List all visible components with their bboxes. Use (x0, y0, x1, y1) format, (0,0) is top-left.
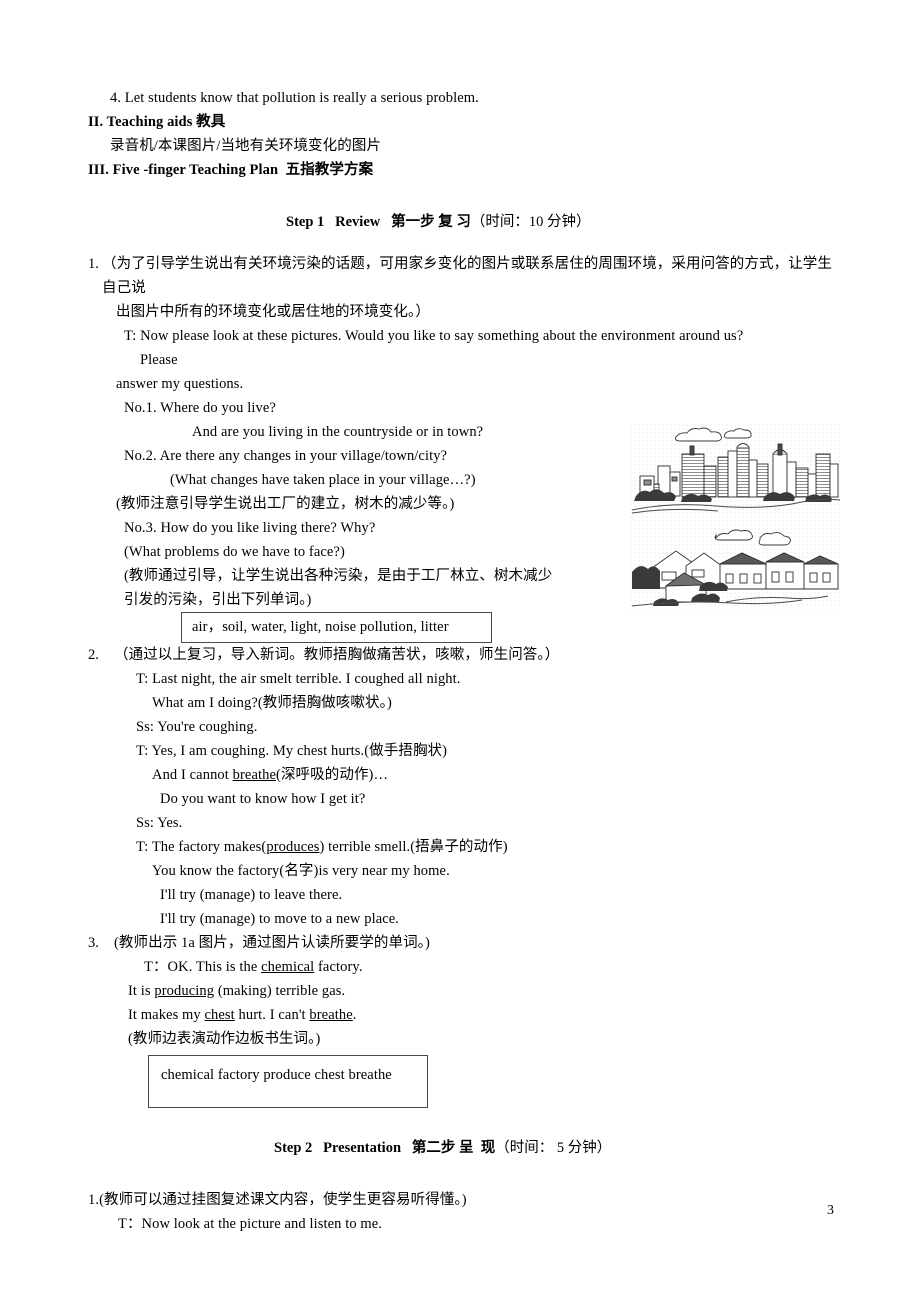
step1-item-2-line-2: What am I doing?(教师捂胸做咳嗽状。) (152, 695, 392, 711)
line-3-prefix: It makes my (128, 1007, 205, 1023)
keyword-chemical: chemical (261, 959, 315, 975)
page-number: 3 (827, 1203, 834, 1218)
five-finger-plan-heading: III. Five -finger Teaching Plan 五指教学方案 (88, 162, 374, 178)
step2-item-1-number: 1. (88, 1192, 100, 1208)
step1-item-2-line-3: Ss: You're coughing. (136, 719, 258, 735)
step1-item-3-line-2: It is producing (making) terrible gas. (128, 979, 832, 1003)
step1-item-2-line-6: Do you want to know how I get it? (160, 791, 366, 807)
city-skyline-panel (630, 424, 842, 514)
step1-item-2: 2. （通过以上复习，导入新词。教师捂胸做痛苦状，咳嗽，师生问答。） T: La… (88, 643, 832, 931)
line-3-middle: hurt. I can't (234, 1007, 310, 1023)
step1-item-2-line-4: T: Yes, I am coughing. My chest hurts.(做… (136, 743, 448, 759)
step-1-label: Step 1 Review 第一步 复 习 (286, 214, 471, 230)
step1-item-3-line-4: (教师边表演动作边板书生词。) (128, 1031, 321, 1047)
step1-item-3-body: (教师出示 1a 图片，通过图片认读所要学的单词。) T：OK. This is… (114, 931, 832, 1108)
step1-item-2-line-5: And I cannot breathe(深呼吸的动作)… (152, 763, 832, 787)
line-2-prefix: It is (128, 983, 155, 999)
step1-item-2-line-7: Ss: Yes. (136, 815, 183, 831)
illustration-svg (630, 424, 842, 609)
keyword-breathe: breathe (232, 767, 277, 783)
line-3-suffix: . (352, 1007, 357, 1023)
step-1-time: （时间：10 分钟） (470, 214, 591, 230)
step2-item-1-paren: 1.(教师可以通过挂图复述课文内容，使学生更容易听得懂。) (88, 1188, 832, 1212)
step2-item-1-text: (教师可以通过挂图复述课文内容，使学生更容易听得懂。) (99, 1192, 467, 1208)
objective-line-4: 4. Let students know that pollution is r… (110, 90, 479, 106)
line-5-prefix: And I cannot (152, 767, 233, 783)
step1-item-2-line-10: I'll try (manage) to leave there. (160, 887, 343, 903)
step1-item-2-body: （通过以上复习，导入新词。教师捂胸做痛苦状，咳嗽，师生问答。） T: Last … (114, 643, 832, 931)
line-8-prefix: T: The factory makes( (136, 839, 267, 855)
line-2-suffix: (making) terrible gas. (214, 983, 346, 999)
step-2-time: （时间： 5 分钟） (495, 1140, 612, 1156)
step1-item-1-teacher-line-3: answer my questions. (116, 376, 244, 392)
step1-item-1-teacher-line-1: T: Now please look at these pictures. Wo… (124, 328, 744, 344)
keyword-breathe-2: breathe (309, 1007, 353, 1023)
step1-item-2-paren: （通过以上复习，导入新词。教师捂胸做痛苦状，咳嗽，师生问答。） (114, 647, 560, 663)
step1-item-3-number: 3. (88, 935, 99, 951)
page-content: 4. Let students know that pollution is r… (88, 86, 832, 1236)
step1-item-2-line-8: T: The factory makes(produces) terrible … (136, 835, 832, 859)
teaching-aids-body: 录音机/本课图片/当地有关环境变化的图片 (110, 138, 382, 154)
line-1-suffix: factory. (314, 959, 363, 975)
line-8-suffix: ) terrible smell.(捂鼻子的动作) (319, 839, 508, 855)
vocabulary-box-pollution: air，soil, water, light, noise pollution,… (181, 612, 492, 643)
step1-item-1-paren-line-1: （为了引导学生说出有关环境污染的话题，可用家乡变化的图片或联系居住的周围环境，采… (102, 256, 832, 296)
keyword-produces: produces (266, 839, 320, 855)
step-2-label: Step 2 Presentation 第二步 呈 现 (274, 1140, 496, 1156)
step1-item-3-line-1: T：OK. This is the chemical factory. (144, 955, 832, 979)
step1-item-2-line-1: T: Last night, the air smelt terrible. I… (136, 671, 461, 687)
step-2-heading-row: Step 2 Presentation 第二步 呈 现（时间： 5 分钟） (88, 1136, 832, 1160)
step1-item-1-paren-line-2: 出图片中所有的环境变化或居住地的环境变化。） (116, 304, 430, 320)
vocabulary-box-chemical: chemical factory produce chest breathe (148, 1055, 428, 1108)
step1-question-1: No.1. Where do you live? (124, 400, 276, 416)
step-2-heading: Step 2 Presentation 第二步 呈 现（时间： 5 分钟） (274, 1136, 832, 1160)
step1-item-2-number: 2. (88, 647, 99, 663)
step1-item-2-line-11: I'll try (manage) to move to a new place… (160, 911, 400, 927)
step1-item-3-line-3: It makes my chest hurt. I can't breathe. (128, 1003, 832, 1027)
step1-item-1-number: 1. (88, 256, 99, 272)
step-1-heading-row: Step 1 Review 第一步 复 习（时间：10 分钟） (88, 210, 832, 234)
step1-item-3-paren: (教师出示 1a 图片，通过图片认读所要学的单词。) (114, 935, 430, 951)
step1-item-1-teacher-line-2: Please (140, 352, 178, 368)
line-1-prefix: T：OK. This is the (144, 959, 262, 975)
step1-item-3: 3. (教师出示 1a 图片，通过图片认读所要学的单词。) T：OK. This… (88, 931, 832, 1108)
keyword-chest: chest (204, 1007, 235, 1023)
step-1-heading: Step 1 Review 第一步 复 习（时间：10 分钟） (286, 210, 832, 234)
line-5-suffix: (深呼吸的动作)… (276, 767, 389, 783)
teaching-aids-heading: II. Teaching aids 教具 (88, 114, 226, 130)
step1-item-2-line-9: You know the factory(名字)is very near my … (152, 863, 450, 879)
document-page: 4. Let students know that pollution is r… (0, 0, 920, 1302)
city-and-village-illustration (630, 424, 842, 609)
village-panel (630, 516, 842, 609)
step2-item-1-line-1: T：Now look at the picture and listen to … (118, 1216, 383, 1232)
keyword-producing: producing (154, 983, 215, 999)
